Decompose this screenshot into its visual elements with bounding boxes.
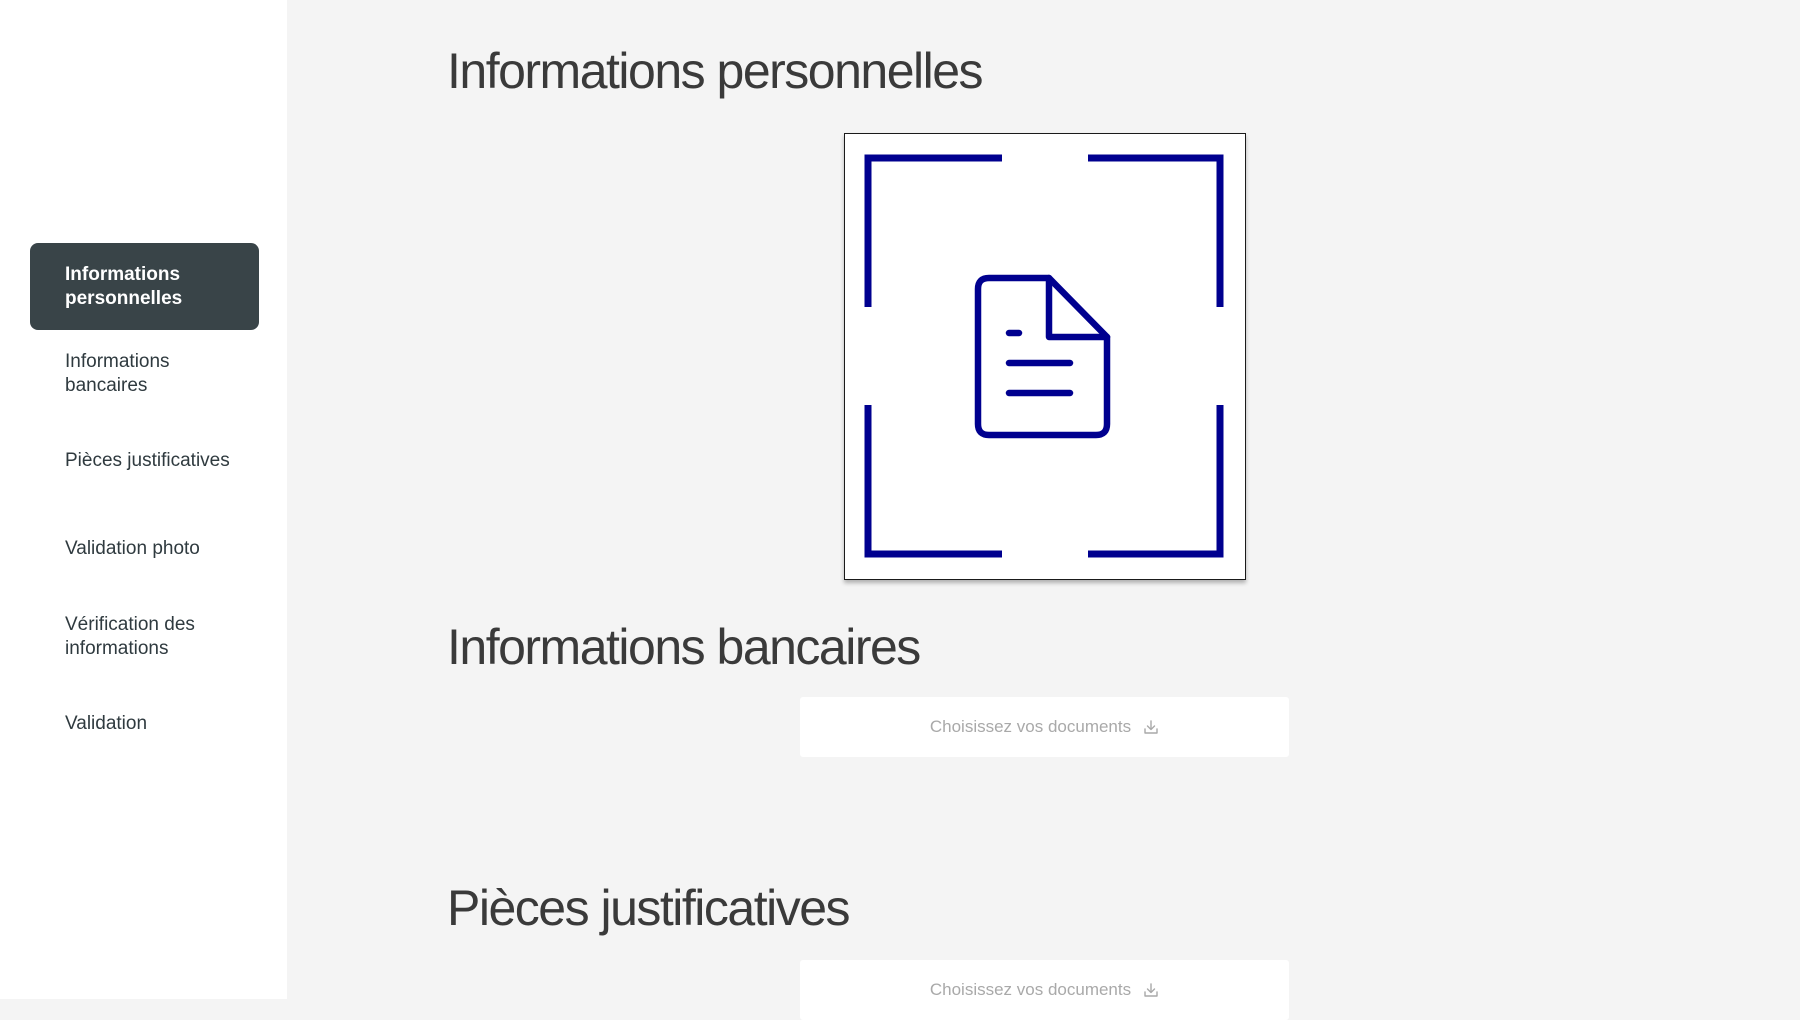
download-icon [1143,982,1159,998]
sidebar-item-label: Informations bancaires [65,350,170,396]
section-title-informations-bancaires: Informations bancaires [447,619,921,675]
section-title-informations-personnelles: Informations personnelles [447,43,984,99]
sidebar-item-informations-bancaires[interactable]: Informations bancaires [30,336,259,411]
sidebar-item-label: Validation photo [65,537,200,559]
sidebar-item-verification-des-informations[interactable]: Vérification des informations [30,599,259,674]
document-icon [974,274,1111,439]
download-icon [1143,719,1159,735]
main-content: Informations personnelles Informations b… [287,0,1800,1020]
document-picker-label: Choisissez vos documents [929,980,1132,999]
sidebar: Informations personnelles Informations b… [0,0,287,999]
sidebar-item-validation-photo[interactable]: Validation photo [30,511,259,586]
document-picker-bancaires[interactable]: Choisissez vos documents [800,697,1289,757]
section-title-pieces-justificatives: Pièces justificatives [447,880,851,936]
sidebar-item-label: Pièces justificatives [65,449,230,471]
sidebar-item-validation[interactable]: Validation [30,686,259,761]
sidebar-item-label: Vérification des informations [65,613,195,659]
sidebar-item-informations-personnelles[interactable]: Informations personnelles [30,243,259,330]
document-scanner[interactable] [844,133,1246,580]
scan-frame-icon [864,154,1224,558]
sidebar-item-pieces-justificatives[interactable]: Pièces justificatives [30,423,259,498]
document-picker-label: Choisissez vos documents [929,717,1132,736]
document-picker-pieces[interactable]: Choisissez vos documents [800,960,1289,1020]
sidebar-item-label: Informations personnelles [65,263,183,309]
sidebar-item-label: Validation [65,712,148,734]
